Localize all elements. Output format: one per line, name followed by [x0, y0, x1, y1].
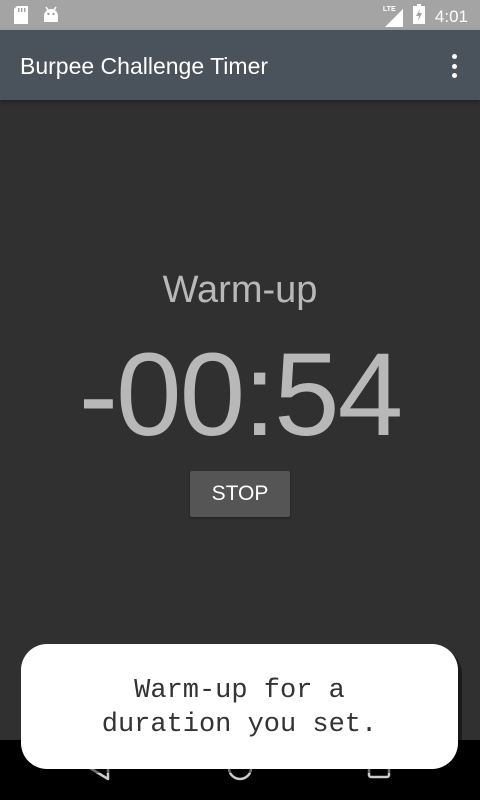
status-bar: LTE 4:01 — [0, 0, 480, 30]
timer-display: -00:54 — [78, 329, 404, 461]
signal-icon: LTE — [383, 6, 403, 27]
stop-button[interactable]: STOP — [190, 471, 290, 517]
app-title: Burpee Challenge Timer — [20, 53, 269, 79]
battery-icon — [412, 4, 425, 29]
status-time: 4:01 — [434, 6, 468, 26]
phase-label: Warm-up — [162, 269, 318, 311]
android-icon — [42, 6, 60, 29]
tooltip-text: Warm-up for a duration you set. — [101, 676, 378, 740]
overflow-menu-icon[interactable] — [442, 52, 466, 80]
tutorial-tooltip[interactable]: Warm-up for a duration you set. — [21, 644, 458, 769]
sd-card-icon — [14, 6, 28, 29]
app-bar: Burpee Challenge Timer — [0, 30, 480, 100]
app-screen: LTE 4:01 Burpee Challenge Timer Warm-up … — [0, 0, 480, 800]
